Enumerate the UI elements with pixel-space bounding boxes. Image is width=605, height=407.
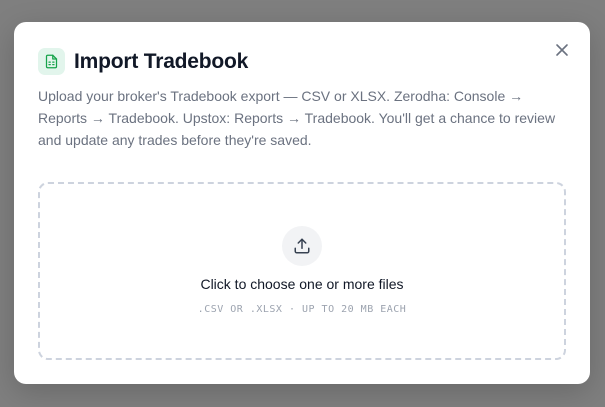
spreadsheet-file-icon — [38, 48, 65, 75]
file-dropzone[interactable]: Click to choose one or more files .CSV O… — [38, 182, 566, 360]
dropzone-hint: .CSV OR .XLSX · UP TO 20 MB EACH — [197, 304, 407, 315]
import-tradebook-dialog: Import Tradebook Upload your broker's Tr… — [14, 22, 590, 384]
dialog-header: Import Tradebook — [38, 48, 248, 75]
dropzone-label: Click to choose one or more files — [200, 276, 404, 292]
dialog-title: Import Tradebook — [74, 49, 249, 73]
close-icon[interactable] — [552, 40, 572, 60]
dialog-description: Upload your broker's Tradebook export — … — [38, 88, 556, 148]
upload-icon — [282, 226, 322, 266]
